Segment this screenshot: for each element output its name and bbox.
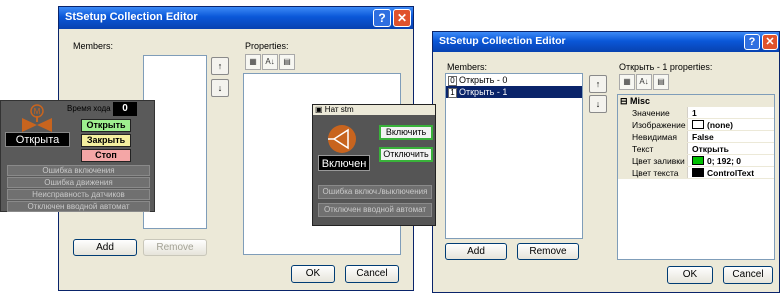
property-row[interactable]: Невидимая False: [618, 131, 774, 143]
title-bar: StSetup Collection Editor ? ✕: [59, 7, 413, 29]
window-title: StSetup Collection Editor: [439, 35, 566, 47]
ok-button[interactable]: OK: [291, 265, 335, 283]
error-movement: Ошибка движения: [7, 177, 150, 188]
valve-state: Открыта: [5, 132, 70, 147]
switch-off-button[interactable]: Отключить: [379, 147, 433, 162]
move-down-button[interactable]: ↓: [589, 95, 607, 113]
alphabetical-icon[interactable]: A↓: [636, 74, 652, 90]
move-down-button[interactable]: ↓: [211, 79, 229, 97]
color-swatch: [692, 156, 704, 165]
error-sensors: Неисправность датчиков: [7, 189, 150, 200]
category-misc[interactable]: ⊟ Misc: [618, 95, 774, 107]
properties-label: Properties:: [245, 41, 289, 51]
move-up-button[interactable]: ↑: [589, 75, 607, 93]
property-grid[interactable]: ⊟ Misc Значение 1 Изображение (none) Нев…: [617, 94, 775, 260]
add-button[interactable]: Add: [73, 239, 137, 256]
ok-button[interactable]: OK: [667, 266, 713, 284]
remove-button[interactable]: Remove: [517, 243, 579, 260]
color-swatch: [692, 168, 704, 177]
members-label: Members:: [73, 41, 114, 51]
valve-control-panel: Время хода 0 M Открыть Закрыть Стоп Откр…: [0, 100, 155, 212]
form-icon: ▣: [315, 105, 323, 114]
remove-button[interactable]: Remove: [143, 239, 207, 256]
stop-button[interactable]: Стоп: [81, 149, 131, 162]
help-icon[interactable]: ?: [744, 34, 760, 50]
property-row[interactable]: Цвет заливки 0; 192; 0: [618, 155, 774, 167]
cancel-button[interactable]: Cancel: [345, 265, 399, 283]
error-switch-on-off: Ошибка включ./выключения: [318, 185, 432, 199]
error-switch-on: Ошибка включения: [7, 165, 150, 176]
list-item-selected[interactable]: 1 Открыть - 1: [446, 86, 582, 98]
travel-time-value: 0: [113, 102, 137, 116]
switch-on-button[interactable]: Включить: [379, 125, 433, 140]
cancel-button[interactable]: Cancel: [723, 266, 773, 284]
list-item[interactable]: 0 Открыть - 0: [446, 74, 582, 86]
open-button[interactable]: Открыть: [81, 119, 131, 132]
members-label: Members:: [447, 62, 488, 72]
svg-text:M: M: [34, 107, 41, 116]
title-bar: StSetup Collection Editor ? ✕: [433, 32, 779, 52]
close-icon[interactable]: ✕: [393, 9, 411, 27]
error-input-breaker: Отключен вводной автомат: [7, 201, 150, 212]
alphabetical-icon[interactable]: A↓: [262, 54, 278, 70]
property-row[interactable]: Значение 1: [618, 107, 774, 119]
collection-editor-window-right: StSetup Collection Editor ? ✕ Members: 0…: [432, 31, 780, 293]
properties-label: Открыть - 1 properties:: [619, 62, 713, 72]
members-list[interactable]: 0 Открыть - 0 1 Открыть - 1: [445, 73, 583, 239]
popup-title: ▣ Нат stm: [313, 105, 435, 115]
property-pages-icon[interactable]: ▤: [279, 54, 295, 70]
help-icon[interactable]: ?: [373, 9, 391, 27]
color-swatch: [692, 120, 704, 129]
travel-time-label: Время хода: [67, 104, 111, 113]
move-up-button[interactable]: ↑: [211, 57, 229, 75]
close-button[interactable]: Закрыть: [81, 134, 131, 147]
valve-icon: M: [22, 104, 52, 132]
property-row[interactable]: Текст Открыть: [618, 143, 774, 155]
pump-icon: [328, 125, 356, 153]
pump-state: Включен: [318, 155, 370, 171]
close-icon[interactable]: ✕: [762, 34, 778, 50]
categorized-icon[interactable]: ▦: [245, 54, 261, 70]
property-row[interactable]: Цвет текста ControlText: [618, 167, 774, 179]
window-title: StSetup Collection Editor: [65, 11, 198, 23]
property-row[interactable]: Изображение (none): [618, 119, 774, 131]
property-pages-icon[interactable]: ▤: [653, 74, 669, 90]
pump-control-popup: ▣ Нат stm Включить Отключить Включен Оши…: [312, 104, 436, 226]
categorized-icon[interactable]: ▦: [619, 74, 635, 90]
add-button[interactable]: Add: [445, 243, 507, 260]
error-input-breaker: Отключен вводной автомат: [318, 203, 432, 217]
